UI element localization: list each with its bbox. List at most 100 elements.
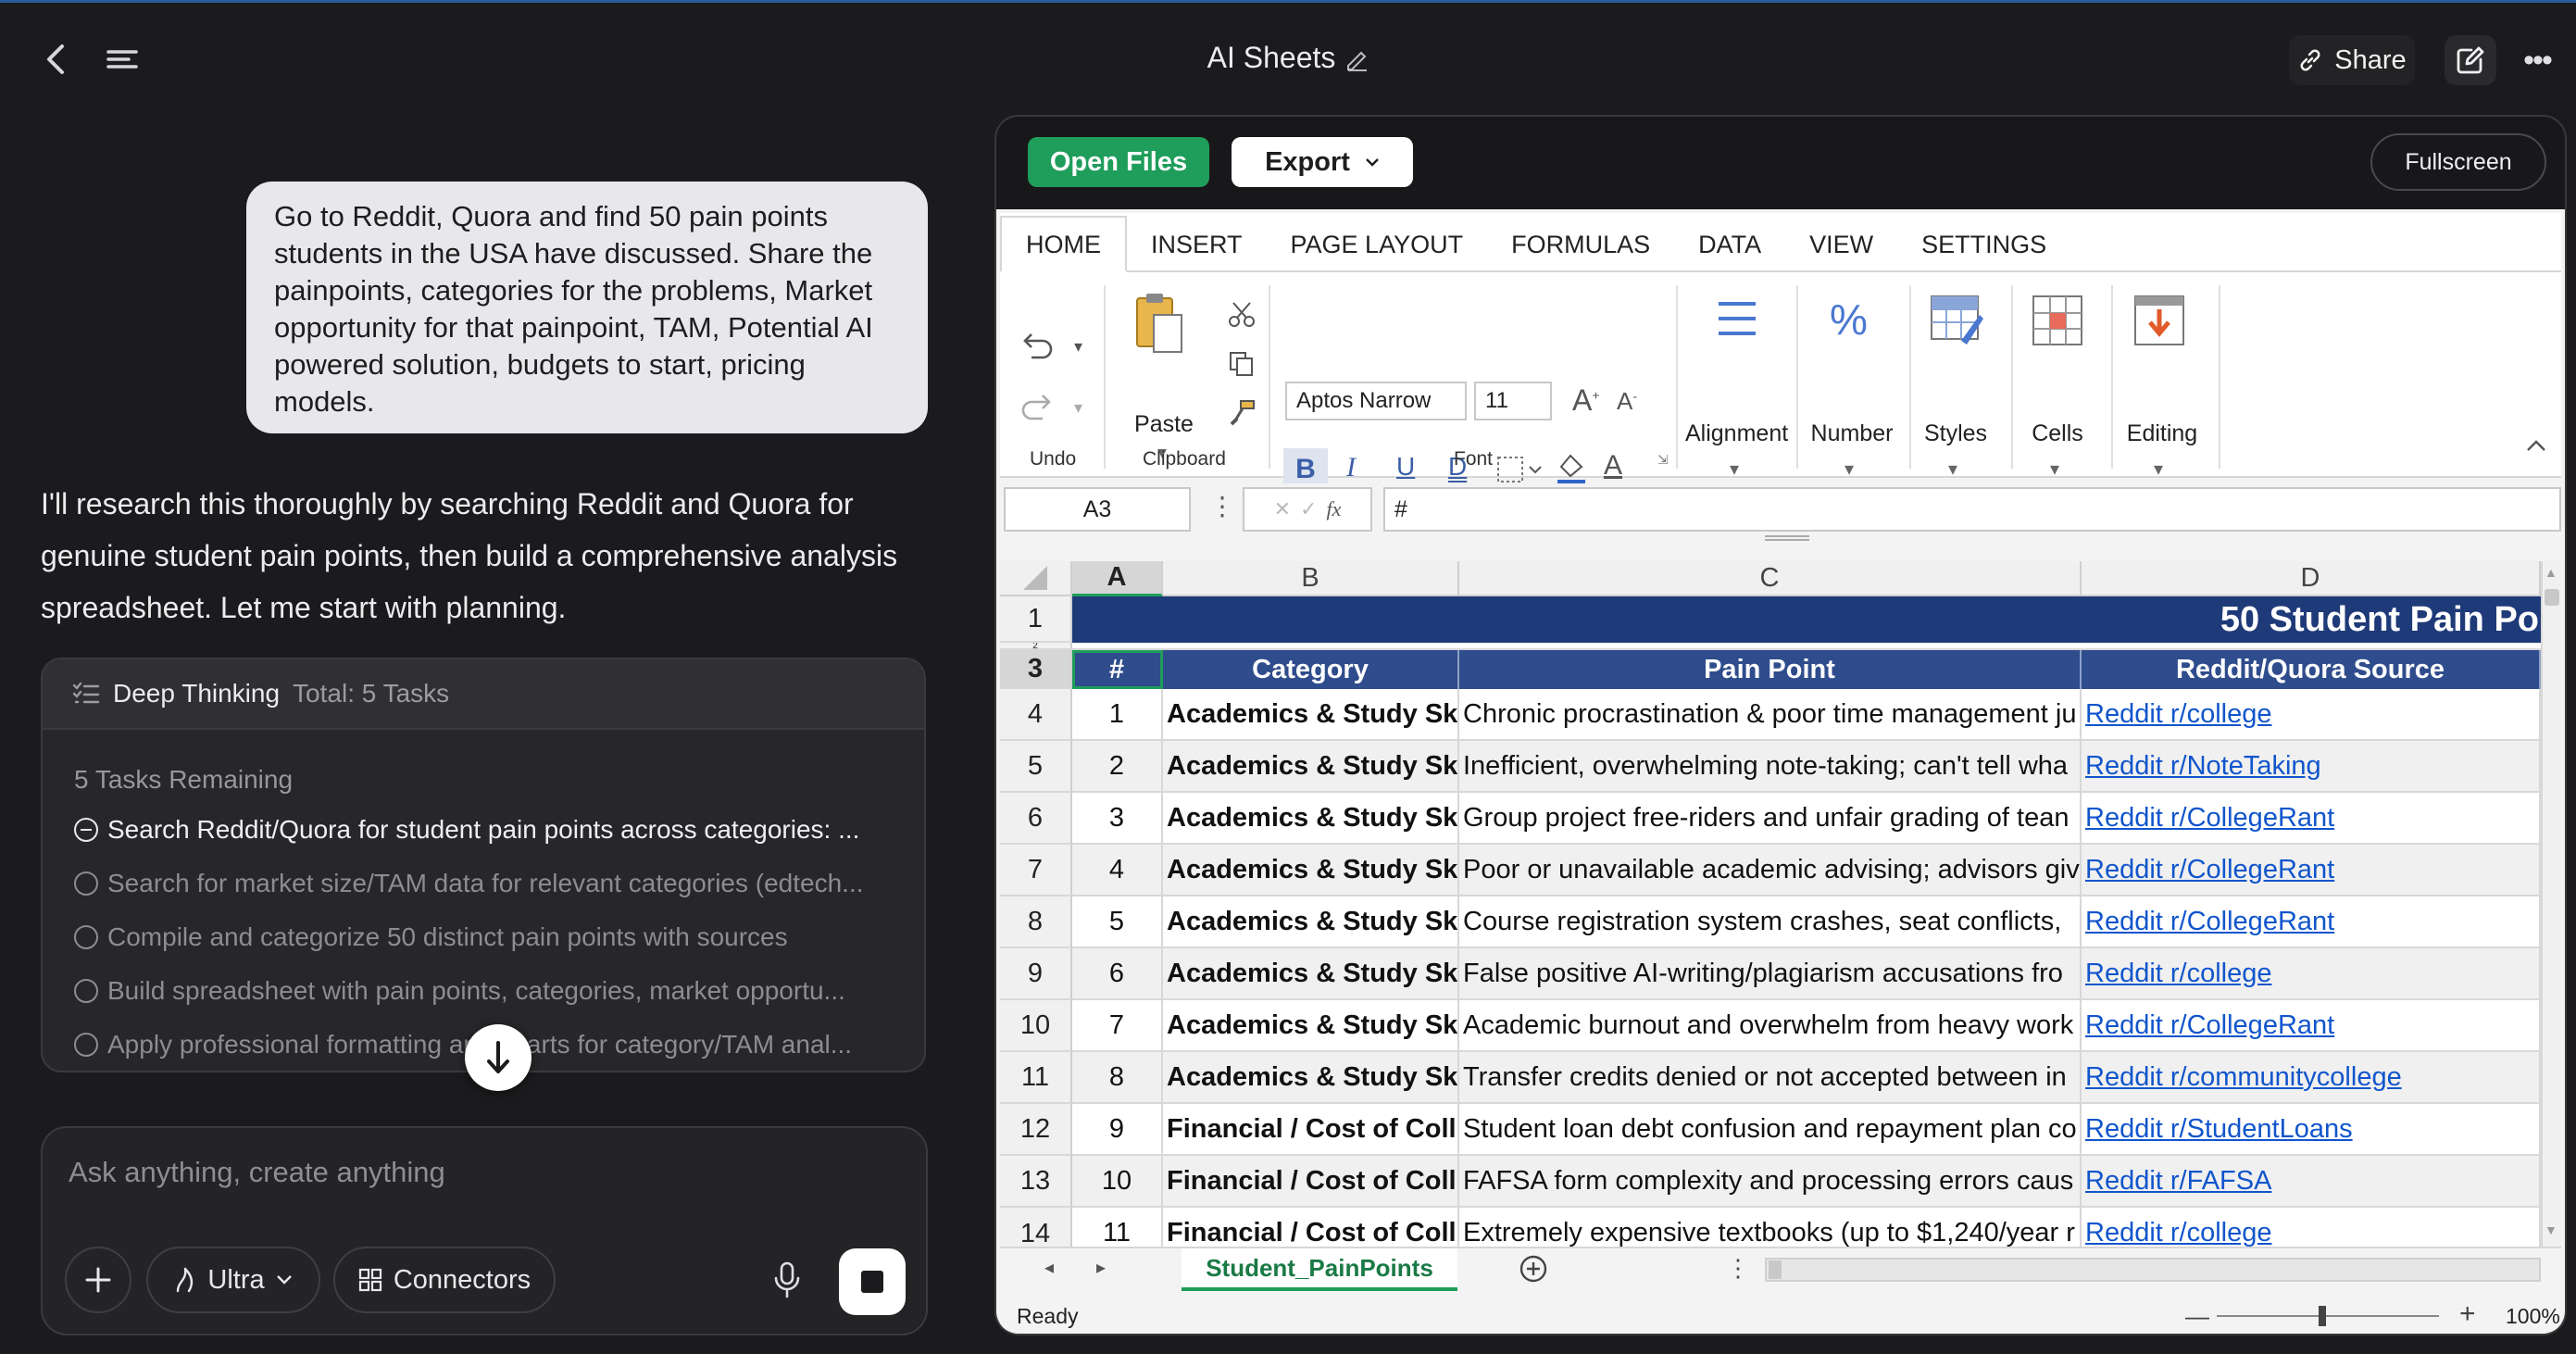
row-header[interactable]: 14 <box>1000 1208 1072 1247</box>
cell-number[interactable]: 1 <box>1072 689 1163 741</box>
alignment-icon[interactable] <box>1717 300 1757 342</box>
add-button[interactable] <box>65 1247 131 1313</box>
cell-source-link[interactable]: Reddit r/StudentLoans <box>2082 1104 2541 1156</box>
formula-input[interactable]: # <box>1383 487 2561 532</box>
cell-category[interactable]: Academics & Study Sk <box>1163 1052 1459 1104</box>
column-header-c[interactable]: C <box>1459 561 2082 596</box>
cell-source-link[interactable]: Reddit r/college <box>2082 948 2541 1000</box>
cell-pain-point[interactable]: Student loan debt confusion and repaymen… <box>1459 1104 2082 1156</box>
scroll-down-button[interactable] <box>465 1024 531 1091</box>
tab-settings[interactable]: SETTINGS <box>1897 231 2070 270</box>
row-header[interactable]: 12 <box>1000 1104 1072 1156</box>
format-painter-icon[interactable] <box>1228 398 1257 433</box>
h-scroll-thumb[interactable] <box>1769 1260 1782 1279</box>
tab-data[interactable]: DATA <box>1674 231 1785 270</box>
cell-pain-point[interactable]: FAFSA form complexity and processing err… <box>1459 1156 2082 1208</box>
sheet-title-banner[interactable]: 50 Student Pain Po <box>1072 596 2541 643</box>
collapse-ribbon-icon[interactable] <box>2526 439 2546 457</box>
cell-pain-point[interactable]: Group project free-riders and unfair gra… <box>1459 793 2082 845</box>
cell-pain-point[interactable]: Chronic procrastination & poor time mana… <box>1459 689 2082 741</box>
export-button[interactable]: Export <box>1232 137 1413 187</box>
compose-button[interactable] <box>2445 35 2496 85</box>
cell-pain-point[interactable]: Poor or unavailable academic advising; a… <box>1459 845 2082 896</box>
open-files-button[interactable]: Open Files <box>1028 137 1209 187</box>
fullscreen-button[interactable]: Fullscreen <box>2370 133 2546 191</box>
next-sheet-icon[interactable]: ▸ <box>1096 1256 1106 1279</box>
italic-icon[interactable]: I <box>1346 452 1356 483</box>
cell-pain-point[interactable]: Transfer credits denied or not accepted … <box>1459 1052 2082 1104</box>
column-header-a[interactable]: A <box>1072 561 1163 596</box>
microphone-icon[interactable] <box>765 1258 809 1302</box>
cancel-icon[interactable]: ✕ <box>1274 497 1291 521</box>
share-button[interactable]: Share <box>2289 35 2415 85</box>
undo-icon[interactable] <box>1019 332 1056 364</box>
cell-pain-point[interactable]: Extremely expensive textbooks (up to $1,… <box>1459 1208 2082 1247</box>
header-cell-number[interactable]: # <box>1072 650 1163 689</box>
cell-number[interactable]: 8 <box>1072 1052 1163 1104</box>
editing-dropdown-icon[interactable]: ▾ <box>2154 458 2163 481</box>
cell-number[interactable]: 10 <box>1072 1156 1163 1208</box>
paste-icon[interactable] <box>1133 291 1185 360</box>
cell-source-link[interactable]: Reddit r/FAFSA <box>2082 1156 2541 1208</box>
cell-category[interactable]: Financial / Cost of Coll <box>1163 1104 1459 1156</box>
cell-source-link[interactable]: Reddit r/CollegeRant <box>2082 845 2541 896</box>
undo-dropdown-icon[interactable]: ▾ <box>1074 337 1082 357</box>
cell-category[interactable]: Academics & Study Sk <box>1163 1000 1459 1052</box>
header-cell-source[interactable]: Reddit/Quora Source <box>2082 650 2541 689</box>
cell-pain-point[interactable]: Inefficient, overwhelming note-taking; c… <box>1459 741 2082 793</box>
formula-resize-handle[interactable] <box>1765 535 1809 541</box>
cell-category[interactable]: Academics & Study Sk <box>1163 896 1459 948</box>
tab-view[interactable]: VIEW <box>1785 231 1897 270</box>
vertical-scrollbar[interactable]: ▲ ▼ <box>2541 561 2561 1247</box>
vertical-dots-icon[interactable]: ⋮ <box>1209 491 1235 521</box>
cell-source-link[interactable]: Reddit r/NoteTaking <box>2082 741 2541 793</box>
tab-page-layout[interactable]: PAGE LAYOUT <box>1267 231 1488 270</box>
tab-formulas[interactable]: FORMULAS <box>1487 231 1674 270</box>
cells-dropdown-icon[interactable]: ▾ <box>2050 458 2059 481</box>
zoom-in-icon[interactable]: + <box>2459 1298 2476 1330</box>
zoom-slider-thumb[interactable] <box>2319 1306 2326 1326</box>
cell-category[interactable]: Academics & Study Sk <box>1163 741 1459 793</box>
horizontal-scrollbar[interactable] <box>1765 1258 2541 1282</box>
row-header[interactable]: 4 <box>1000 689 1072 741</box>
task-panel-header[interactable]: Deep Thinking Total: 5 Tasks <box>43 659 924 730</box>
cell-number[interactable]: 6 <box>1072 948 1163 1000</box>
cell-pain-point[interactable]: False positive AI-writing/plagiarism acc… <box>1459 948 2082 1000</box>
sheet-tab-active[interactable]: Student_PainPoints <box>1182 1248 1457 1291</box>
row-header[interactable]: 11 <box>1000 1052 1072 1104</box>
row-header[interactable]: 5 <box>1000 741 1072 793</box>
more-options-icon[interactable]: ••• <box>2511 35 2563 85</box>
copy-icon[interactable] <box>1228 350 1256 382</box>
cell-source-link[interactable]: Reddit r/CollegeRant <box>2082 1000 2541 1052</box>
cell-category[interactable]: Academics & Study Sk <box>1163 948 1459 1000</box>
header-cell-category[interactable]: Category <box>1163 650 1459 689</box>
cut-icon[interactable] <box>1228 300 1256 332</box>
redo-dropdown-icon[interactable]: ▾ <box>1074 398 1082 418</box>
tab-home[interactable]: HOME <box>1000 216 1127 272</box>
row-header[interactable]: 13 <box>1000 1156 1072 1208</box>
increase-font-icon[interactable]: A+ <box>1572 383 1600 418</box>
confirm-icon[interactable]: ✓ <box>1300 497 1317 521</box>
underline-icon[interactable]: U <box>1396 452 1415 482</box>
cell-number[interactable]: 11 <box>1072 1208 1163 1247</box>
cell-category[interactable]: Academics & Study Sk <box>1163 793 1459 845</box>
font-color-icon[interactable]: A <box>1604 450 1622 482</box>
cell-category[interactable]: Financial / Cost of Coll <box>1163 1156 1459 1208</box>
cell-source-link[interactable]: Reddit r/communitycollege <box>2082 1052 2541 1104</box>
cells-icon[interactable] <box>2032 295 2083 351</box>
column-header-b[interactable]: B <box>1163 561 1459 596</box>
row-header[interactable]: 2 <box>1000 643 1072 650</box>
cell-source-link[interactable]: Reddit r/college <box>2082 689 2541 741</box>
cell-number[interactable]: 4 <box>1072 845 1163 896</box>
scroll-up-icon[interactable]: ▲ <box>2545 565 2557 580</box>
cell-category[interactable]: Academics & Study Sk <box>1163 689 1459 741</box>
row-header[interactable]: 8 <box>1000 896 1072 948</box>
font-name-select[interactable]: Aptos Narrow <box>1285 382 1467 420</box>
connectors-button[interactable]: Connectors <box>333 1247 556 1313</box>
percent-icon[interactable]: % <box>1830 295 1868 345</box>
cell-pain-point[interactable]: Academic burnout and overwhelm from heav… <box>1459 1000 2082 1052</box>
font-size-select[interactable]: 11 <box>1474 382 1552 420</box>
cell-number[interactable]: 5 <box>1072 896 1163 948</box>
cell-category[interactable]: Financial / Cost of Coll <box>1163 1208 1459 1247</box>
scroll-down-icon[interactable]: ▼ <box>2545 1222 2557 1237</box>
